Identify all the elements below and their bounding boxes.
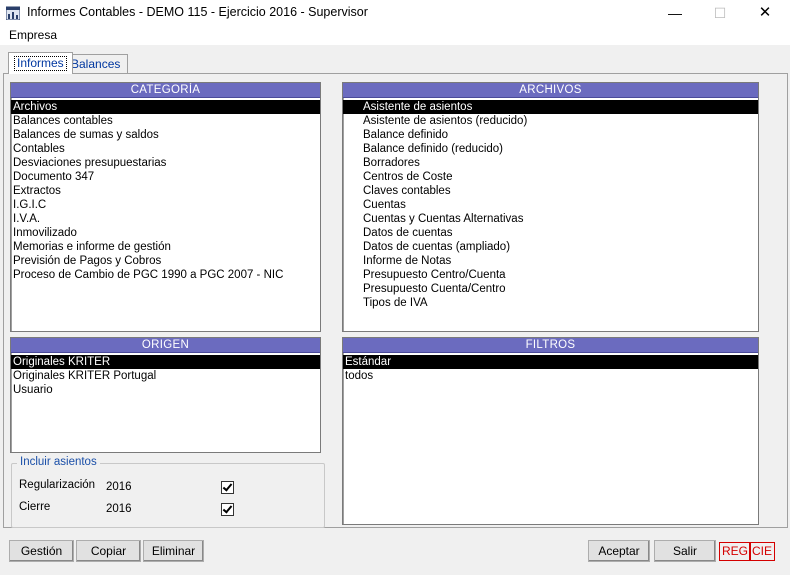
incluir-asientos-group: Incluir asientos Regularización 2016 Cie… bbox=[11, 456, 325, 528]
gestion-button-label: Gestión bbox=[20, 544, 63, 558]
categoria-item[interactable]: Inmovilizado bbox=[11, 226, 320, 240]
close-button[interactable]: ✕ bbox=[742, 0, 788, 26]
archivo-item[interactable]: Asistente de asientos (reducido) bbox=[343, 114, 758, 128]
categoria-item[interactable]: Archivos bbox=[11, 100, 320, 114]
archivo-item[interactable]: Datos de cuentas bbox=[343, 226, 758, 240]
title-bar: Informes Contables - DEMO 115 - Ejercici… bbox=[0, 0, 790, 26]
salir-button-label: Salir bbox=[672, 544, 697, 558]
regularizacion-label: Regularización bbox=[19, 479, 96, 491]
categoria-item[interactable]: Extractos bbox=[11, 184, 320, 198]
cierre-checkbox[interactable] bbox=[221, 503, 234, 516]
tab-informes-label: Informes bbox=[14, 56, 67, 71]
archivo-item[interactable]: Presupuesto Cuenta/Centro bbox=[343, 282, 758, 296]
categoria-item[interactable]: I.G.I.C bbox=[11, 198, 320, 212]
archivo-item[interactable]: Claves contables bbox=[343, 184, 758, 198]
archivo-item[interactable]: Informe de Notas bbox=[343, 254, 758, 268]
maximize-button[interactable]: ☐ bbox=[697, 0, 743, 26]
archivo-item[interactable]: Presupuesto Centro/Cuenta bbox=[343, 268, 758, 282]
origen-list[interactable]: ORIGEN Originales KRITER Originales KRITE… bbox=[10, 337, 321, 453]
archivo-item[interactable]: Asistente de asientos bbox=[343, 100, 758, 114]
client-area: Informes Balances CATEGORÍA Archivos Bala… bbox=[0, 45, 790, 575]
archivo-item[interactable]: Cuentas bbox=[343, 198, 758, 212]
window-title: Informes Contables - DEMO 115 - Ejercici… bbox=[27, 5, 368, 19]
regularizacion-year: 2016 bbox=[106, 481, 132, 493]
archivos-header: ARCHIVOS bbox=[343, 83, 758, 98]
copiar-button-label: Copiar bbox=[90, 544, 127, 558]
incluir-asientos-legend: Incluir asientos bbox=[17, 456, 100, 468]
archivo-item[interactable]: Cuentas y Cuentas Alternativas bbox=[343, 212, 758, 226]
archivo-item[interactable]: Borradores bbox=[343, 156, 758, 170]
cie-badge: CIE bbox=[749, 542, 776, 561]
menu-empresa[interactable]: Empresa bbox=[9, 28, 57, 42]
categoria-item[interactable]: Balances contables bbox=[11, 114, 320, 128]
origen-item[interactable]: Originales KRITER Portugal bbox=[11, 369, 320, 383]
filtros-list[interactable]: FILTROS Estándar todos bbox=[342, 337, 759, 525]
archivo-item[interactable]: Balance definido bbox=[343, 128, 758, 142]
categoria-header: CATEGORÍA bbox=[11, 83, 320, 98]
categoria-item[interactable]: Desviaciones presupuestarias bbox=[11, 156, 320, 170]
categoria-list[interactable]: CATEGORÍA Archivos Balances contables Bala… bbox=[10, 82, 321, 332]
categoria-item[interactable]: Previsión de Pagos y Cobros bbox=[11, 254, 320, 268]
categoria-item[interactable]: Memorias e informe de gestión bbox=[11, 240, 320, 254]
salir-button[interactable]: Salir bbox=[654, 540, 716, 562]
menu-bar: Empresa bbox=[0, 26, 790, 45]
aceptar-button-label: Aceptar bbox=[598, 544, 640, 558]
tab-informes[interactable]: Informes bbox=[8, 52, 73, 74]
filtros-header: FILTROS bbox=[343, 338, 758, 353]
archivo-item[interactable]: Tipos de IVA bbox=[343, 296, 758, 310]
minimize-button[interactable]: — bbox=[652, 0, 698, 26]
app-icon bbox=[6, 6, 20, 20]
filtro-item[interactable]: Estándar bbox=[343, 355, 758, 369]
origen-item[interactable]: Originales KRITER bbox=[11, 355, 320, 369]
archivos-list[interactable]: ARCHIVOS Asistente de asientos Asistente … bbox=[342, 82, 759, 332]
categoria-item[interactable]: Documento 347 bbox=[11, 170, 320, 184]
filtro-item[interactable]: todos bbox=[343, 369, 758, 383]
origen-header: ORIGEN bbox=[11, 338, 320, 353]
eliminar-button[interactable]: Eliminar bbox=[143, 540, 204, 562]
categoria-list-body: Archivos Balances contables Balances de su… bbox=[11, 98, 320, 282]
origen-list-body: Originales KRITER Originales KRITER Portu… bbox=[11, 353, 320, 397]
cierre-label: Cierre bbox=[19, 501, 51, 513]
filtros-list-body: Estándar todos bbox=[343, 353, 758, 383]
archivo-item[interactable]: Balance definido (reducido) bbox=[343, 142, 758, 156]
reg-badge: REG bbox=[719, 542, 752, 561]
archivo-item[interactable]: Centros de Coste bbox=[343, 170, 758, 184]
tab-balances-label: Balances bbox=[71, 57, 121, 71]
archivo-item[interactable]: Datos de cuentas (ampliado) bbox=[343, 240, 758, 254]
categoria-item[interactable]: Proceso de Cambio de PGC 1990 a PGC 2007… bbox=[11, 268, 320, 282]
origen-item[interactable]: Usuario bbox=[11, 383, 320, 397]
categoria-item[interactable]: Balances de sumas y saldos bbox=[11, 128, 320, 142]
cierre-year: 2016 bbox=[106, 503, 132, 515]
regularizacion-checkbox[interactable] bbox=[221, 481, 234, 494]
aceptar-button[interactable]: Aceptar bbox=[588, 540, 650, 562]
categoria-item[interactable]: I.V.A. bbox=[11, 212, 320, 226]
archivos-list-body: Asistente de asientos Asistente de asient… bbox=[343, 98, 758, 310]
copiar-button[interactable]: Copiar bbox=[76, 540, 141, 562]
categoria-item[interactable]: Contables bbox=[11, 142, 320, 156]
tab-balances[interactable]: Balances bbox=[63, 54, 129, 74]
eliminar-button-label: Eliminar bbox=[151, 544, 196, 558]
tab-panel: CATEGORÍA Archivos Balances contables Bala… bbox=[3, 73, 788, 528]
gestion-button[interactable]: Gestión bbox=[9, 540, 74, 562]
